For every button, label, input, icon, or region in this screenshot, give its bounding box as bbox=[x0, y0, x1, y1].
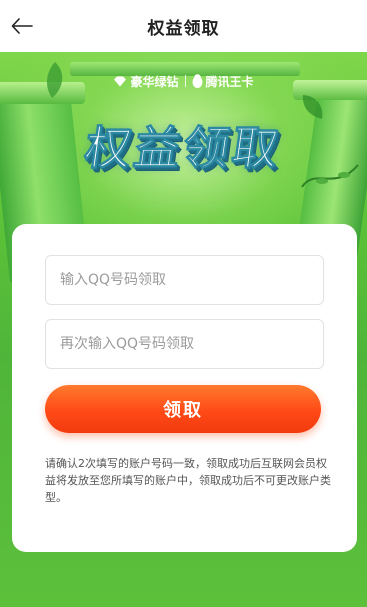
page-header: 权益领取 bbox=[0, 0, 367, 52]
qq-input[interactable] bbox=[60, 256, 323, 304]
brand-row: 豪华绿钻 腾讯王卡 bbox=[0, 71, 367, 91]
brand-lvzuan: 豪华绿钻 bbox=[113, 73, 179, 90]
qq-confirm-input[interactable] bbox=[60, 320, 323, 368]
back-button[interactable] bbox=[6, 12, 38, 40]
hero-title: 权益领取 bbox=[81, 121, 286, 176]
penguin-icon bbox=[192, 74, 202, 88]
notice-text: 请确认2次填写的账户号码一致，领取成功后互联网会员权益将发放至您所填写的账户中，… bbox=[45, 457, 331, 504]
qq-input-field[interactable] bbox=[45, 255, 324, 305]
brand-divider bbox=[184, 75, 186, 87]
claim-form-card: 领取 请确认2次填写的账户号码一致，领取成功后互联网会员权益将发放至您所填写的账… bbox=[12, 224, 357, 552]
diamond-icon bbox=[114, 76, 127, 86]
brand-wangka-label: 腾讯王卡 bbox=[205, 74, 254, 89]
arrow-left-icon bbox=[11, 18, 33, 34]
brand-lvzuan-label: 豪华绿钻 bbox=[130, 74, 179, 89]
hero-banner: 豪华绿钻 腾讯王卡 权益领取 领取 请确认2次填写的账户号码一致，领取成功后互联… bbox=[0, 52, 367, 607]
qq-confirm-field[interactable] bbox=[45, 319, 324, 369]
brand-wangka: 腾讯王卡 bbox=[192, 73, 254, 90]
claim-button[interactable]: 领取 bbox=[45, 385, 321, 433]
page-title: 权益领取 bbox=[147, 18, 220, 39]
